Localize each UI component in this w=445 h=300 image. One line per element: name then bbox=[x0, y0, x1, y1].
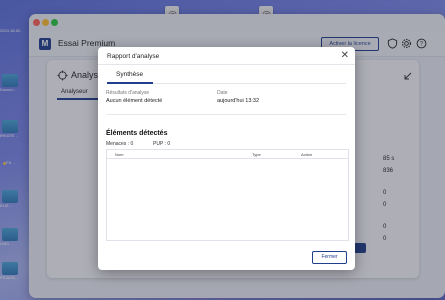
date-label: Date bbox=[217, 90, 228, 96]
close-button[interactable]: Fermer bbox=[312, 251, 347, 264]
results-label: Résultats d'analyse bbox=[106, 90, 150, 96]
table-header: Nom Type Action bbox=[107, 150, 348, 159]
column-header-type[interactable]: Type bbox=[252, 152, 261, 157]
dialog-title: Rapport d'analyse bbox=[107, 53, 160, 60]
date-value: aujourd'hui 13:32 bbox=[217, 98, 260, 104]
detected-items-table: Nom Type Action bbox=[106, 149, 349, 241]
divider bbox=[107, 114, 346, 115]
tab-active-underline bbox=[107, 82, 153, 84]
results-value: Aucun élément détecté bbox=[106, 98, 163, 104]
tab-synthese[interactable]: Synthèse bbox=[116, 71, 143, 78]
detected-items-title: Éléments détectés bbox=[106, 130, 168, 137]
pup-count: PUP : 0 bbox=[153, 141, 171, 147]
scan-report-dialog: Rapport d'analyse ✕ Synthèse Résultats d… bbox=[98, 47, 355, 270]
column-header-name[interactable]: Nom bbox=[115, 152, 123, 157]
column-header-action[interactable]: Action bbox=[301, 152, 312, 157]
divider bbox=[98, 64, 355, 65]
close-icon[interactable]: ✕ bbox=[341, 50, 349, 61]
threats-count: Menaces : 0 bbox=[106, 141, 134, 147]
